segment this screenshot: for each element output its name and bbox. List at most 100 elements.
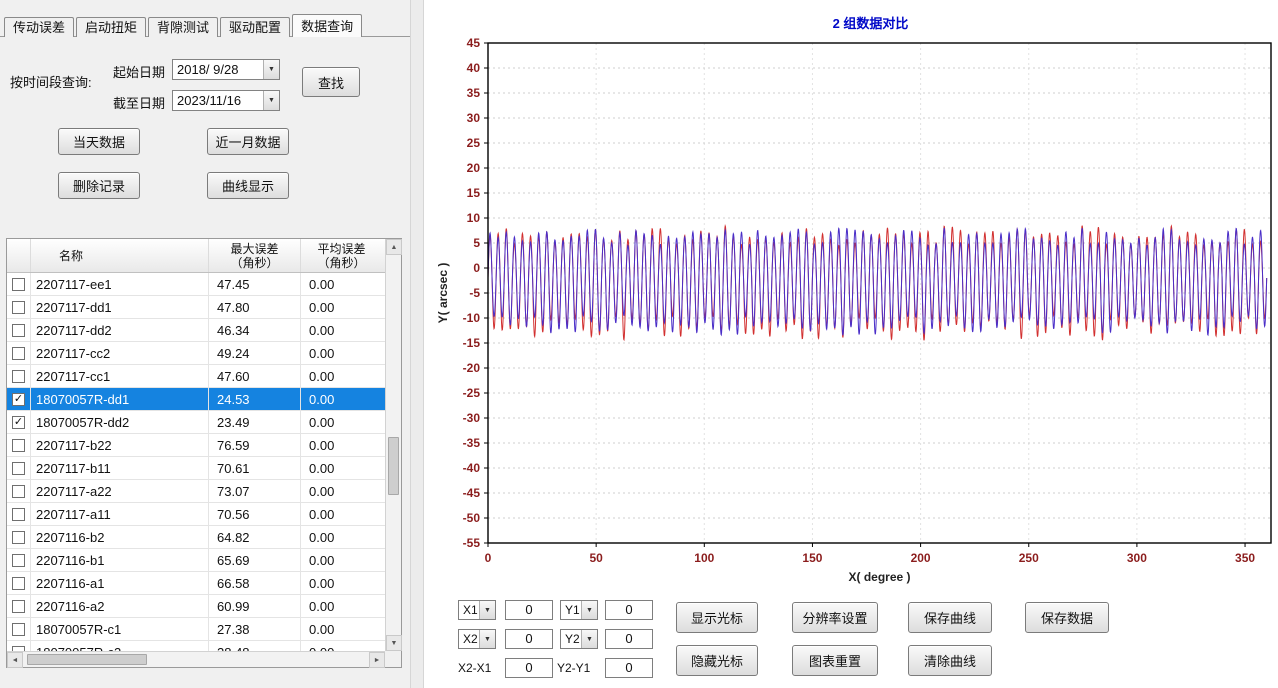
row-max-error: 70.61 [209, 457, 301, 479]
hscroll-thumb[interactable] [27, 654, 147, 665]
table-row[interactable]: 18070057R-c228.480.00 [7, 641, 385, 651]
row-checkbox[interactable] [12, 347, 25, 360]
row-max-error: 24.53 [209, 388, 301, 410]
y2-value-field[interactable]: 0 [605, 629, 653, 649]
tab-4[interactable]: 数据查询 [292, 14, 362, 37]
row-avg-error: 0.00 [301, 411, 382, 433]
x-tick-label: 150 [802, 551, 822, 565]
row-max-error: 28.48 [209, 641, 301, 651]
table-row[interactable]: 2207117-cc147.600.00 [7, 365, 385, 388]
scroll-up-icon[interactable]: ▲ [386, 239, 402, 255]
x2-cursor-select[interactable]: X2 ▼ [458, 629, 496, 649]
table-row[interactable]: 2207116-a166.580.00 [7, 572, 385, 595]
row-checkbox[interactable] [12, 439, 25, 452]
search-button[interactable]: 查找 [302, 67, 360, 97]
row-checkbox[interactable]: ✓ [12, 393, 25, 406]
table-row[interactable]: 2207116-b264.820.00 [7, 526, 385, 549]
table-row[interactable]: 2207117-a1170.560.00 [7, 503, 385, 526]
save-data-button[interactable]: 保存数据 [1025, 602, 1109, 633]
tab-0[interactable]: 传动误差 [4, 17, 74, 37]
chart-reset-button[interactable]: 图表重置 [792, 645, 878, 676]
y2-cursor-select[interactable]: Y2 ▼ [560, 629, 598, 649]
table-vertical-scrollbar[interactable]: ▲ ▼ [385, 239, 401, 651]
row-name: 2207116-b2 [31, 526, 209, 548]
table-row[interactable]: 2207117-b1170.610.00 [7, 457, 385, 480]
table-row[interactable]: 2207116-a260.990.00 [7, 595, 385, 618]
table-row[interactable]: 18070057R-c127.380.00 [7, 618, 385, 641]
hide-cursor-button[interactable]: 隐藏光标 [676, 645, 758, 676]
x1-dropdown-icon[interactable]: ▼ [479, 601, 495, 619]
scroll-right-icon[interactable]: ► [369, 652, 385, 668]
tab-2[interactable]: 背隙测试 [148, 17, 218, 37]
tab-3[interactable]: 驱动配置 [220, 17, 290, 37]
right-panel: 2 组数据对比 050100150200250300350-55-50-45-4… [424, 0, 1278, 688]
y-tick-label: 40 [467, 61, 481, 75]
end-date-picker[interactable]: 2023/11/16 ▼ [172, 90, 280, 111]
scroll-down-icon[interactable]: ▼ [386, 635, 402, 651]
row-checkbox[interactable] [12, 462, 25, 475]
x1-value-field[interactable]: 0 [505, 600, 553, 620]
y1-cursor-select[interactable]: Y1 ▼ [560, 600, 598, 620]
y1-dropdown-icon[interactable]: ▼ [581, 601, 597, 619]
table-row[interactable]: 2207117-dd246.340.00 [7, 319, 385, 342]
row-checkbox[interactable] [12, 278, 25, 291]
comparison-chart[interactable]: 050100150200250300350-55-50-45-40-35-30-… [433, 28, 1278, 588]
start-date-picker[interactable]: 2018/ 9/28 ▼ [172, 59, 280, 80]
save-curve-button[interactable]: 保存曲线 [908, 602, 992, 633]
dx-value-field[interactable]: 0 [505, 658, 553, 678]
table-row[interactable]: 2207116-b165.690.00 [7, 549, 385, 572]
row-checkbox[interactable]: ✓ [12, 416, 25, 429]
vscroll-thumb[interactable] [388, 437, 399, 495]
x-tick-label: 300 [1127, 551, 1147, 565]
x2-dropdown-icon[interactable]: ▼ [479, 630, 495, 648]
y2-dropdown-icon[interactable]: ▼ [581, 630, 597, 648]
table-row[interactable]: ✓18070057R-dd124.530.00 [7, 388, 385, 411]
delete-record-button[interactable]: 删除记录 [58, 172, 140, 199]
row-checkbox[interactable] [12, 531, 25, 544]
scroll-left-icon[interactable]: ◄ [7, 652, 23, 668]
table-row[interactable]: 2207117-dd147.800.00 [7, 296, 385, 319]
row-checkbox[interactable] [12, 485, 25, 498]
row-avg-error: 0.00 [301, 641, 382, 651]
start-date-dropdown-icon[interactable]: ▼ [263, 60, 279, 79]
today-data-button[interactable]: 当天数据 [58, 128, 140, 155]
table-row[interactable]: 2207117-cc249.240.00 [7, 342, 385, 365]
row-name: 2207117-a11 [31, 503, 209, 525]
row-avg-error: 0.00 [301, 296, 382, 318]
row-checkbox[interactable] [12, 370, 25, 383]
row-checkbox[interactable] [12, 554, 25, 567]
row-checkbox[interactable] [12, 600, 25, 613]
col-header-avg-error[interactable]: 平均误差 （角秒） [301, 239, 382, 272]
x2-value-field[interactable]: 0 [505, 629, 553, 649]
row-max-error: 23.49 [209, 411, 301, 433]
clear-curve-button[interactable]: 清除曲线 [908, 645, 992, 676]
y-tick-label: -45 [463, 486, 481, 500]
table-row[interactable]: 2207117-b2276.590.00 [7, 434, 385, 457]
table-horizontal-scrollbar[interactable]: ◄ ► [7, 651, 385, 667]
row-name: 2207117-a22 [31, 480, 209, 502]
row-max-error: 46.34 [209, 319, 301, 341]
table-row[interactable]: 2207117-ee147.450.00 [7, 273, 385, 296]
end-date-label: 截至日期 [113, 93, 165, 112]
col-header-name[interactable]: 名称 [31, 239, 209, 272]
last-month-data-button[interactable]: 近一月数据 [207, 128, 289, 155]
show-cursor-button[interactable]: 显示光标 [676, 602, 758, 633]
row-checkbox[interactable] [12, 508, 25, 521]
dy-value-field[interactable]: 0 [605, 658, 653, 678]
table-row[interactable]: ✓18070057R-dd223.490.00 [7, 411, 385, 434]
row-max-error: 65.69 [209, 549, 301, 571]
y1-value-field[interactable]: 0 [605, 600, 653, 620]
tab-1[interactable]: 启动扭矩 [76, 17, 146, 37]
row-name: 2207117-cc2 [31, 342, 209, 364]
x1-cursor-select[interactable]: X1 ▼ [458, 600, 496, 620]
curve-display-button[interactable]: 曲线显示 [207, 172, 289, 199]
end-date-dropdown-icon[interactable]: ▼ [263, 91, 279, 110]
row-checkbox[interactable] [12, 301, 25, 314]
row-checkbox[interactable] [12, 623, 25, 636]
panel-splitter[interactable] [410, 0, 424, 688]
row-checkbox[interactable] [12, 577, 25, 590]
resolution-settings-button[interactable]: 分辨率设置 [792, 602, 878, 633]
row-checkbox[interactable] [12, 324, 25, 337]
col-header-max-error[interactable]: 最大误差 （角秒） [209, 239, 301, 272]
table-row[interactable]: 2207117-a2273.070.00 [7, 480, 385, 503]
